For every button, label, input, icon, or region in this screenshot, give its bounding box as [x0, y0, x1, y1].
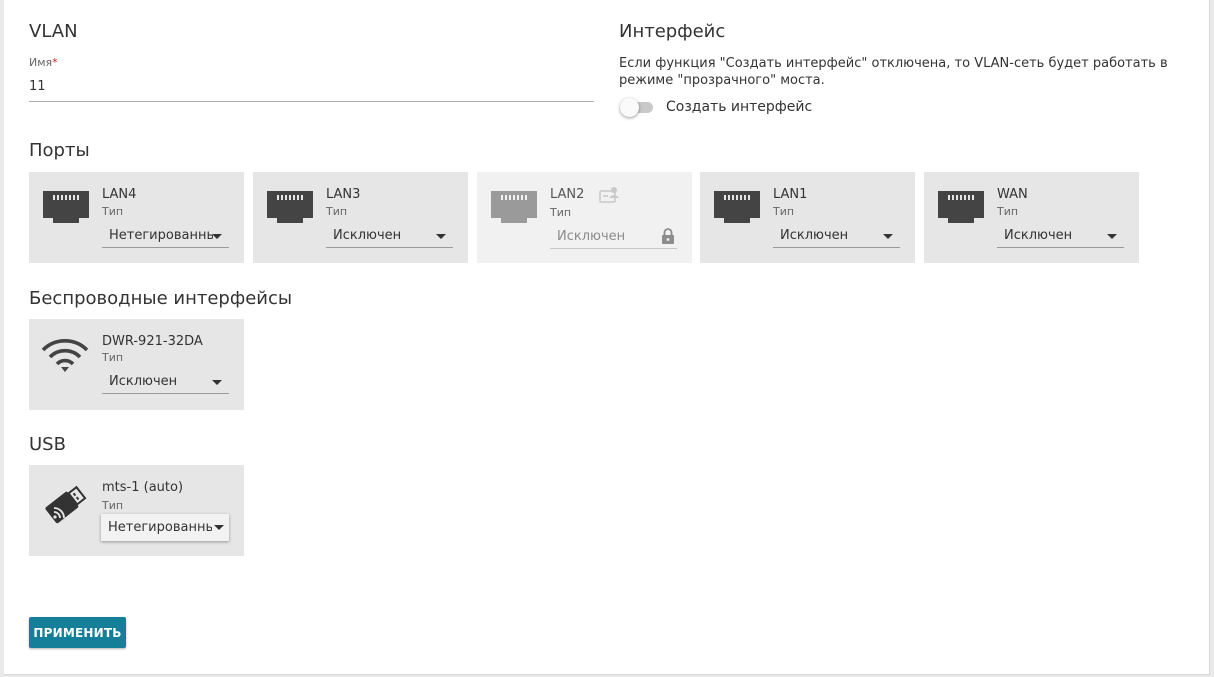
port-type-select[interactable]: Исключен [997, 224, 1124, 248]
port-type-label: Тип [550, 206, 572, 219]
select-value: Исключен [333, 228, 402, 243]
wireless-type-select[interactable]: Исключен [102, 370, 229, 394]
caret-down-icon [883, 234, 893, 239]
create-interface-label: Создать интерфейс [666, 99, 813, 115]
usb-type-select[interactable]: Нетегированный [101, 514, 229, 541]
ethernet-port-icon [714, 189, 760, 227]
usb-type-label: Тип [102, 499, 124, 512]
lock-icon [661, 228, 675, 248]
vlan-section-title: VLAN [29, 21, 78, 42]
caret-down-icon [212, 380, 222, 385]
caret-down-icon [436, 234, 446, 239]
port-type-select[interactable]: Нетегированный [102, 224, 229, 248]
usb-modem-icon [41, 481, 87, 524]
usb-section-title: USB [29, 434, 66, 455]
port-card-wan: WAN Тип Исключен [924, 172, 1139, 263]
wifi-icon [41, 337, 89, 375]
select-value: Нетегированный [108, 520, 212, 535]
port-card-lan1: LAN1 Тип Исключен [700, 172, 915, 263]
port-type-label: Тип [326, 205, 348, 218]
port-name: LAN2 [550, 187, 585, 202]
create-interface-toggle[interactable] [620, 97, 654, 117]
select-value: Исключен [780, 228, 849, 243]
apply-button[interactable]: ПРИМЕНИТЬ [29, 617, 126, 648]
port-name: WAN [997, 187, 1028, 202]
ethernet-port-icon [43, 189, 89, 227]
usb-card: mts-1 (auto) Тип Нетегированный [29, 465, 244, 556]
name-field-label: Имя* [29, 56, 58, 69]
select-value: Исключен [109, 374, 178, 389]
user-card-icon [599, 186, 621, 208]
port-name: LAN1 [773, 187, 808, 202]
ports-section-title: Порты [29, 140, 90, 161]
usb-name: mts-1 (auto) [102, 480, 184, 495]
port-type-label: Тип [773, 205, 795, 218]
port-card-lan2: LAN2 Тип Исключен [477, 172, 692, 263]
required-mark: * [52, 56, 58, 69]
ethernet-port-icon [938, 189, 984, 227]
port-name: LAN4 [102, 187, 137, 202]
port-type-select-locked: Исключен [550, 225, 677, 249]
wireless-type-label: Тип [102, 351, 124, 364]
ethernet-port-icon [267, 189, 313, 227]
select-value: Исключен [557, 229, 626, 244]
port-type-select[interactable]: Исключен [326, 224, 453, 248]
vlan-settings-panel: VLAN Имя* 11 Интерфейс Если функция "Соз… [4, 0, 1210, 675]
port-card-lan4: LAN4 Тип Нетегированный [29, 172, 244, 263]
caret-down-icon [214, 525, 224, 530]
toggle-thumb [620, 98, 639, 117]
port-type-label: Тип [997, 205, 1019, 218]
ethernet-port-icon [491, 189, 537, 227]
port-name: LAN3 [326, 187, 361, 202]
interface-description: Если функция "Создать интерфейс" отключе… [619, 56, 1168, 88]
select-value: Нетегированный [109, 228, 213, 243]
select-value: Исключен [1004, 228, 1073, 243]
caret-down-icon [1107, 234, 1117, 239]
name-label-text: Имя [29, 56, 53, 69]
wireless-card: DWR-921-32DA Тип Исключен [29, 319, 244, 410]
port-card-lan3: LAN3 Тип Исключен [253, 172, 468, 263]
interface-section-title: Интерфейс [619, 21, 726, 42]
vlan-name-input[interactable]: 11 [29, 78, 594, 102]
port-type-label: Тип [102, 205, 124, 218]
wireless-name: DWR-921-32DA [102, 334, 203, 349]
caret-down-icon [212, 234, 222, 239]
port-type-select[interactable]: Исключен [773, 224, 900, 248]
wireless-section-title: Беспроводные интерфейсы [29, 288, 293, 309]
